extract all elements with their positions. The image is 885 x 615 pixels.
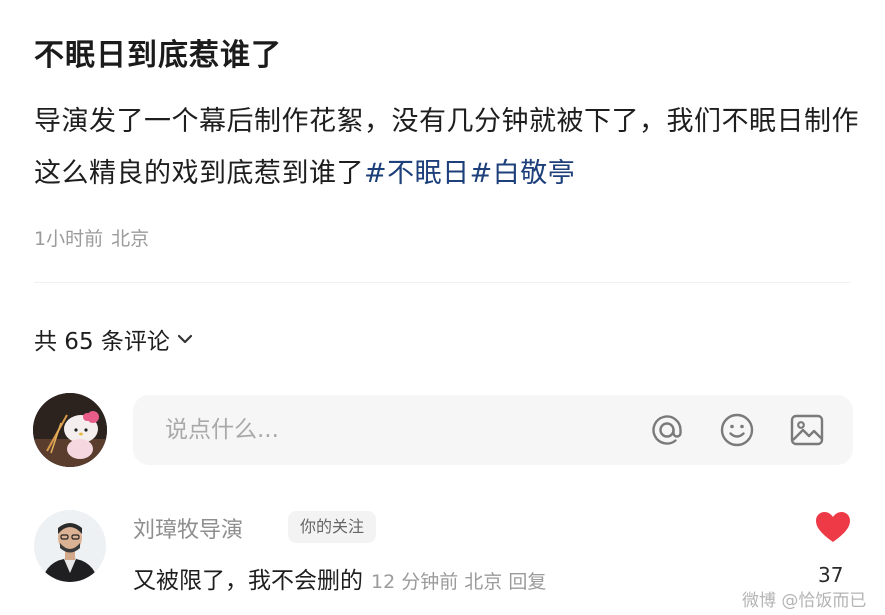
comment-count-label: 共 65 条评论 [34, 329, 170, 355]
post-time: 1小时前 [34, 228, 104, 250]
chevron-down-icon [177, 334, 192, 344]
emoji-icon[interactable] [718, 411, 756, 449]
heart-icon[interactable] [814, 510, 852, 544]
avatar[interactable] [33, 393, 107, 467]
man-portrait-avatar-image [34, 510, 106, 582]
reply-button[interactable]: 回复 [508, 571, 546, 593]
comment-author-avatar[interactable] [34, 510, 106, 582]
divider [34, 282, 851, 283]
comment-input[interactable] [165, 417, 605, 443]
like-count: 37 [818, 563, 844, 587]
comment-author-name[interactable]: 刘璋牧导演 [133, 512, 243, 544]
comment-input-box[interactable] [133, 395, 853, 465]
image-icon[interactable] [788, 411, 826, 449]
hashtag-baijingting[interactable]: #白敬亭 [470, 158, 576, 189]
at-icon[interactable] [648, 411, 686, 449]
hashtag-bumianri[interactable]: #不眠日 [364, 158, 470, 189]
comment-sort-toggle[interactable]: 共 65 条评论 [34, 322, 194, 356]
comment-location: 北京 [464, 571, 503, 593]
comment-body: 又被限了，我不会删的 12 分钟前 北京 回复 [133, 561, 546, 595]
post-meta: 1小时前 北京 [34, 224, 149, 251]
following-badge: 你的关注 [288, 511, 377, 543]
comment-time: 12 分钟前 [371, 571, 459, 593]
post-body: 导演发了一个幕后制作花絮，没有几分钟就被下了，我们不眠日制作这么精良的戏到底惹到… [34, 96, 864, 200]
hello-kitty-avatar-image [33, 393, 107, 467]
comment-text: 又被限了，我不会删的 [133, 568, 363, 594]
post-title: 不眠日到底惹谁了 [34, 38, 282, 73]
post-location: 北京 [111, 228, 150, 250]
watermark: 微博 @恰饭而已 [742, 591, 867, 611]
